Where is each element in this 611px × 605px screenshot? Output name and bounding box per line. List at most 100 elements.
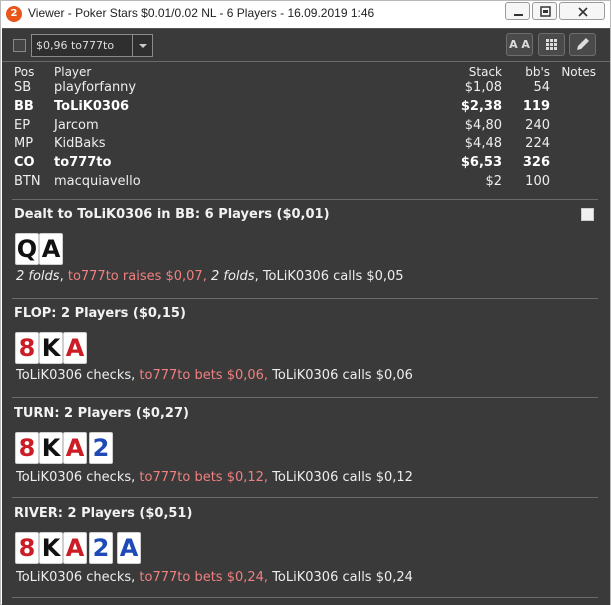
table-row: MP KidBaks $4,48 224 [2,136,610,154]
card-two-diamonds: 2 [89,532,113,564]
flop-actions: ToLiK0306 checks, to777to bets $0,06, To… [16,368,413,383]
river-title: RIVER: 2 Players ($0,51) [14,506,193,521]
preflop-title: Dealt to ToLiK0306 in BB: 6 Players ($0,… [14,207,330,222]
player-pos: EP [14,118,31,133]
card-eight-hearts: 8 [15,432,39,464]
col-header-notes[interactable]: Notes [561,65,596,79]
font-size-icon: A A [509,38,530,51]
player-pos: BB [14,99,34,114]
card-ace-spades: A [39,233,63,265]
action-sep: , [254,269,263,284]
chevron-down-icon [139,44,147,48]
action-check: ToLiK0306 checks, [16,570,136,585]
card-king-spades: K [39,332,63,364]
player-bbs: 240 [525,118,550,133]
minimize-button[interactable] [505,2,530,20]
player-stack: $4,80 [464,118,502,133]
action-bet: to777to bets $0,24, [139,570,269,585]
player-bbs: 54 [533,80,550,95]
action-bet: to777to bets $0,06, [139,368,269,383]
action-call: ToLiK0306 calls $0,06 [272,368,413,383]
divider [12,298,598,299]
window-title: Viewer - Poker Stars $0.01/0.02 NL - 6 P… [28,6,375,20]
river-actions: ToLiK0306 checks, to777to bets $0,24, To… [16,570,413,585]
close-icon [578,7,588,17]
divider [12,597,598,598]
font-size-button[interactable]: A A [506,33,533,56]
player-bbs: 326 [522,155,550,170]
card-king-spades: K [39,532,63,564]
grid-button[interactable] [538,33,565,56]
player-stack: $2 [485,174,502,189]
hand-dropdown-value: $0,96 to777to [36,39,115,52]
action-raise: to777to raises $0,07, [67,269,207,284]
divider [12,497,598,498]
card-ace-hearts: A [63,332,87,364]
col-header-pos[interactable]: Pos [14,65,34,79]
player-name[interactable]: to777to [54,155,111,170]
divider [12,199,598,200]
col-header-bbs[interactable]: bb's [525,65,550,79]
note-icon[interactable] [581,208,594,221]
col-header-stack[interactable]: Stack [469,65,502,79]
player-bbs: 119 [522,99,550,114]
card-ace-hearts: A [63,432,87,464]
col-header-player[interactable]: Player [54,65,91,79]
action-sep: , [59,269,68,284]
player-stack: $2,38 [460,99,502,114]
action-folds: 2 folds [210,269,255,284]
player-bbs: 224 [525,136,550,151]
table-row: EP Jarcom $4,80 240 [2,118,610,136]
close-button[interactable] [559,2,605,20]
toolbar: $0,96 to777to A A [2,29,610,62]
action-call: ToLiK0306 calls $0,24 [272,570,413,585]
turn-title: TURN: 2 Players ($0,27) [14,406,189,421]
action-bet: to777to bets $0,12, [139,470,269,485]
player-name[interactable]: KidBaks [54,136,106,151]
app-logo-icon: 2 [6,6,22,22]
card-two-diamonds: 2 [89,432,113,464]
turn-actions: ToLiK0306 checks, to777to bets $0,12, To… [16,470,413,485]
flop-title: FLOP: 2 Players ($0,15) [14,306,186,321]
player-stack: $4,48 [464,136,502,151]
player-name[interactable]: Jarcom [54,118,99,133]
table-row: BTN macquiavello $2 100 [2,174,610,192]
divider [12,397,598,398]
player-pos: BTN [14,174,41,189]
table-row: BB ToLiK0306 $2,38 119 [2,99,610,117]
action-check: ToLiK0306 checks, [16,470,136,485]
card-king-spades: K [39,432,63,464]
title-bar[interactable]: 2 Viewer - Poker Stars $0.01/0.02 NL - 6… [1,1,610,27]
table-row: SB playforfanny $1,08 54 [2,80,610,98]
table-row: CO to777to $6,53 326 [2,155,610,173]
card-queen-spades: Q [15,233,39,265]
edit-button[interactable] [569,33,596,56]
maximize-button[interactable] [532,2,557,20]
pencil-icon [577,38,589,50]
restore-icon [540,6,551,17]
viewer-window: 2 Viewer - Poker Stars $0.01/0.02 NL - 6… [0,0,611,605]
player-stack: $6,53 [460,155,502,170]
hand-dropdown[interactable]: $0,96 to777to [31,34,153,57]
player-name[interactable]: macquiavello [54,174,141,189]
player-bbs: 100 [525,174,550,189]
select-checkbox[interactable] [13,39,26,52]
player-stack: $1,08 [464,80,502,95]
player-name[interactable]: ToLiK0306 [54,99,129,114]
card-eight-hearts: 8 [15,332,39,364]
card-eight-hearts: 8 [15,532,39,564]
dropdown-arrow[interactable] [132,35,152,56]
player-pos: MP [14,136,34,151]
player-pos: SB [14,80,32,95]
card-ace-diamonds: A [117,532,141,564]
player-name[interactable]: playforfanny [54,80,136,95]
player-pos: CO [14,155,35,170]
action-folds: 2 folds [16,269,60,284]
grid-icon [546,39,557,50]
preflop-actions: 2 folds, to777to raises $0,07, 2 folds, … [16,269,404,284]
viewer-content: $0,96 to777to A A Pos Player Stack bb's … [2,28,610,605]
action-call: ToLiK0306 calls $0,05 [262,269,404,284]
minimize-icon [514,14,523,16]
card-ace-hearts: A [63,532,87,564]
action-check: ToLiK0306 checks, [16,368,136,383]
